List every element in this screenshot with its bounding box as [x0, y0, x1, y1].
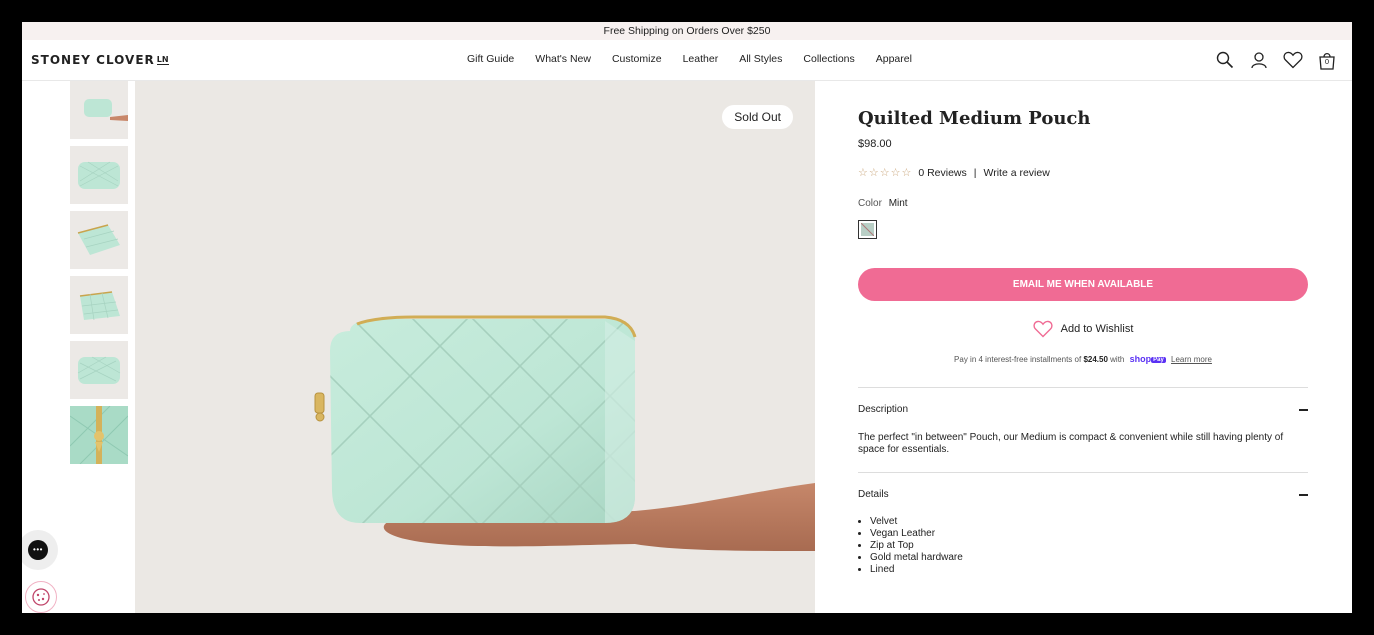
installments-text: Pay in 4 interest-free installments of $…: [858, 354, 1308, 364]
add-to-wishlist-button[interactable]: Add to Wishlist: [858, 320, 1308, 338]
divider: [858, 387, 1308, 388]
shop-pay-text: shop: [1129, 354, 1152, 364]
nav-whats-new[interactable]: What's New: [535, 53, 591, 65]
product-info: Quilted Medium Pouch $98.00 ☆☆☆☆☆ 0 Revi…: [858, 81, 1308, 576]
thumbnail-1[interactable]: [70, 81, 128, 139]
nav-all-styles[interactable]: All Styles: [739, 53, 782, 65]
color-label: Color: [858, 198, 882, 209]
product-price: $98.00: [858, 138, 892, 150]
reviews-count[interactable]: 0 Reviews: [918, 167, 966, 179]
learn-more-link[interactable]: Learn more: [1171, 355, 1212, 364]
reviews-row: ☆☆☆☆☆ 0 Reviews | Write a review: [858, 166, 1308, 180]
collapse-icon: [1299, 408, 1308, 411]
description-heading: Description: [858, 404, 909, 415]
logo-suffix: LN: [156, 55, 169, 65]
cart-count: 0: [1324, 57, 1330, 66]
wishlist-label: Add to Wishlist: [1060, 323, 1134, 335]
description-accordion-header[interactable]: Description: [858, 404, 1308, 415]
thumbnail-5[interactable]: [70, 341, 128, 399]
logo[interactable]: STONEY CLOVER LN: [31, 53, 169, 67]
pouch-illustration: [314, 315, 815, 551]
reviews-separator: |: [973, 166, 977, 179]
cart-icon[interactable]: 0: [1316, 49, 1338, 71]
installment-amount: $24.50: [1083, 355, 1108, 364]
description-text: The perfect "in between" Pouch, our Medi…: [858, 432, 1284, 455]
chat-button[interactable]: •••: [22, 530, 58, 570]
list-item: Zip at Top: [870, 540, 1308, 552]
thumbnail-3[interactable]: [70, 211, 128, 269]
swatch-fill: [861, 223, 874, 236]
collapse-icon: [1299, 493, 1308, 496]
details-accordion-header[interactable]: Details: [858, 489, 1308, 500]
announcement-text: Free Shipping on Orders Over $250: [603, 25, 771, 37]
installments-prefix: Pay in 4 interest-free installments of: [954, 355, 1082, 364]
thumbnail-2[interactable]: [70, 146, 128, 204]
write-review-link[interactable]: Write a review: [983, 167, 1049, 179]
heart-icon[interactable]: [1282, 49, 1304, 71]
color-row: Color Mint: [858, 198, 1308, 209]
color-swatch-mint[interactable]: [858, 220, 877, 239]
announcement-bar: Free Shipping on Orders Over $250: [22, 22, 1352, 40]
nav-gift-guide[interactable]: Gift Guide: [467, 53, 514, 65]
header-icons: 0: [1214, 49, 1338, 71]
list-item: Gold metal hardware: [870, 552, 1308, 564]
product-hero-image: Sold Out: [135, 81, 815, 613]
sold-out-badge: Sold Out: [722, 105, 793, 129]
wishlist-heart-icon: [1033, 320, 1053, 338]
details-list: Velvet Vegan Leather Zip at Top Gold met…: [858, 516, 1308, 576]
chat-icon: •••: [28, 540, 48, 560]
thumbnail-strip: [70, 81, 128, 471]
main-nav: Gift Guide What's New Customize Leather …: [467, 53, 912, 65]
list-item: Vegan Leather: [870, 528, 1308, 540]
nav-customize[interactable]: Customize: [612, 53, 662, 65]
site-header: STONEY CLOVER LN Gift Guide What's New Cu…: [22, 40, 1352, 81]
cookie-icon: [32, 588, 50, 606]
logo-text: STONEY CLOVER: [31, 53, 155, 67]
shop-pay-logo: shop Pay: [1130, 354, 1166, 364]
star-rating-icon: ☆☆☆☆☆: [858, 167, 913, 179]
thumbnail-4[interactable]: [70, 276, 128, 334]
search-icon[interactable]: [1214, 49, 1236, 71]
account-icon[interactable]: [1248, 49, 1270, 71]
list-item: Velvet: [870, 516, 1308, 528]
nav-apparel[interactable]: Apparel: [876, 53, 912, 65]
cookie-settings-button[interactable]: [25, 581, 57, 613]
nav-leather[interactable]: Leather: [683, 53, 719, 65]
details-heading: Details: [858, 489, 889, 500]
email-when-available-button[interactable]: EMAIL ME WHEN AVAILABLE: [858, 268, 1308, 301]
shop-pay-badge: Pay: [1151, 357, 1166, 363]
installments-with: with: [1110, 355, 1125, 364]
divider: [858, 472, 1308, 473]
page: Free Shipping on Orders Over $250 STONEY…: [22, 22, 1352, 613]
thumbnail-6[interactable]: [70, 406, 128, 464]
product-title: Quilted Medium Pouch: [858, 108, 1091, 129]
nav-collections[interactable]: Collections: [803, 53, 854, 65]
color-value: Mint: [888, 198, 908, 209]
list-item: Lined: [870, 564, 1308, 576]
